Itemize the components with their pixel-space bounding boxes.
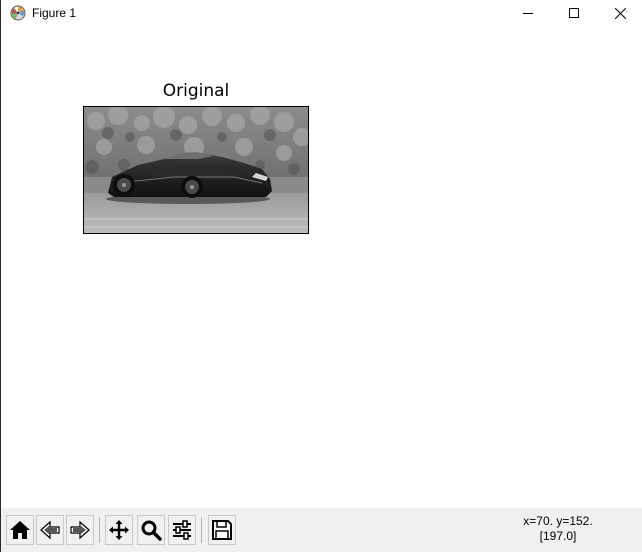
close-button[interactable]	[597, 0, 642, 26]
forward-button[interactable]	[66, 515, 94, 545]
back-icon	[40, 520, 60, 540]
figure-window: Figure 1 Original x=70. y=152. [197.0]	[0, 0, 642, 552]
maximize-button[interactable]	[551, 0, 597, 26]
close-icon	[614, 7, 626, 19]
coordinates-xy: x=70. y=152.	[523, 514, 593, 528]
configure-subplots-button[interactable]	[168, 515, 196, 545]
axes-title: Original	[162, 81, 230, 101]
navigation-toolbar: x=70. y=152. [197.0]	[1, 508, 642, 552]
figure-canvas[interactable]: Original	[1, 26, 642, 508]
save-icon	[212, 520, 232, 540]
pan-button[interactable]	[105, 515, 133, 545]
cursor-coordinates: x=70. y=152. [197.0]	[488, 514, 628, 544]
toolbar-separator	[201, 517, 202, 543]
minimize-button[interactable]	[505, 0, 551, 26]
image-axes[interactable]	[83, 106, 309, 234]
car-image	[84, 107, 308, 233]
maximize-icon	[569, 8, 579, 18]
window-title: Figure 1	[32, 6, 77, 20]
configure-subplots-icon	[173, 520, 191, 540]
minimize-icon	[523, 13, 533, 14]
forward-icon	[70, 520, 90, 540]
title-bar[interactable]: Figure 1	[1, 0, 642, 26]
back-button[interactable]	[36, 515, 64, 545]
toolbar-separator	[99, 517, 100, 543]
zoom-button[interactable]	[137, 515, 165, 545]
pixel-value: [197.0]	[539, 529, 577, 543]
home-button[interactable]	[6, 515, 34, 545]
zoom-icon	[141, 520, 162, 541]
home-icon	[10, 521, 30, 539]
save-button[interactable]	[208, 515, 236, 545]
pan-icon	[109, 520, 129, 540]
matplotlib-logo-icon	[10, 5, 26, 21]
